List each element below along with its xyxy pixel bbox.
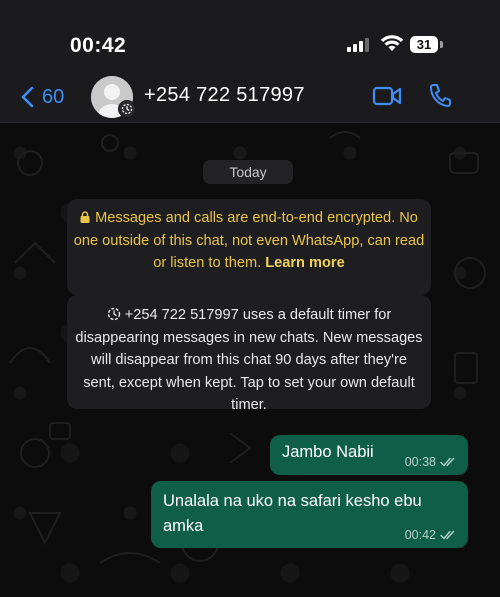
unread-count: 60 <box>42 85 65 108</box>
phone-screen: 00:42 31 60 +254 722 517997 Today Messag… <box>0 0 500 597</box>
battery-nub <box>440 41 443 48</box>
message-meta: 00:38 <box>405 455 458 469</box>
date-divider: Today <box>203 160 293 184</box>
message-time: 00:38 <box>404 455 436 469</box>
back-button[interactable]: 60 <box>20 82 64 112</box>
outgoing-message[interactable]: Unalala na uko na safari kesho ebu amka … <box>151 481 468 548</box>
timer-notice-text: +254 722 517997 uses a default timer for… <box>75 307 423 413</box>
timer-badge-icon <box>118 100 136 118</box>
outgoing-message[interactable]: Jambo Nabii 00:38 <box>270 435 468 475</box>
message-text: Jambo Nabii <box>282 443 374 461</box>
encryption-notice[interactable]: Messages and calls are end-to-end encryp… <box>67 199 431 295</box>
message-meta: 00:42 <box>405 528 458 542</box>
encryption-notice-text: Messages and calls are end-to-end encryp… <box>73 210 425 271</box>
read-ticks-icon <box>440 457 455 467</box>
learn-more-link[interactable]: Learn more <box>265 255 344 271</box>
wifi-icon <box>380 35 404 51</box>
battery-icon: 31 <box>410 36 438 53</box>
back-chevron-icon <box>21 86 34 108</box>
contact-name[interactable]: +254 722 517997 <box>144 84 305 107</box>
video-call-icon[interactable] <box>372 84 402 108</box>
status-bar: 00:42 31 <box>0 0 500 72</box>
status-time: 00:42 <box>70 34 127 57</box>
phone-call-icon[interactable] <box>428 82 452 108</box>
disappearing-timer-notice[interactable]: +254 722 517997 uses a default timer for… <box>67 295 431 413</box>
chat-area[interactable]: Today Messages and calls are end-to-end … <box>0 123 500 597</box>
read-ticks-icon <box>440 530 455 540</box>
timer-icon <box>107 307 120 321</box>
lock-icon <box>80 211 90 223</box>
message-text: Unalala na uko na safari kesho ebu amka <box>163 492 422 535</box>
chat-header: 60 +254 722 517997 <box>0 72 500 123</box>
message-time: 00:42 <box>404 528 436 542</box>
signal-icon <box>347 38 369 52</box>
